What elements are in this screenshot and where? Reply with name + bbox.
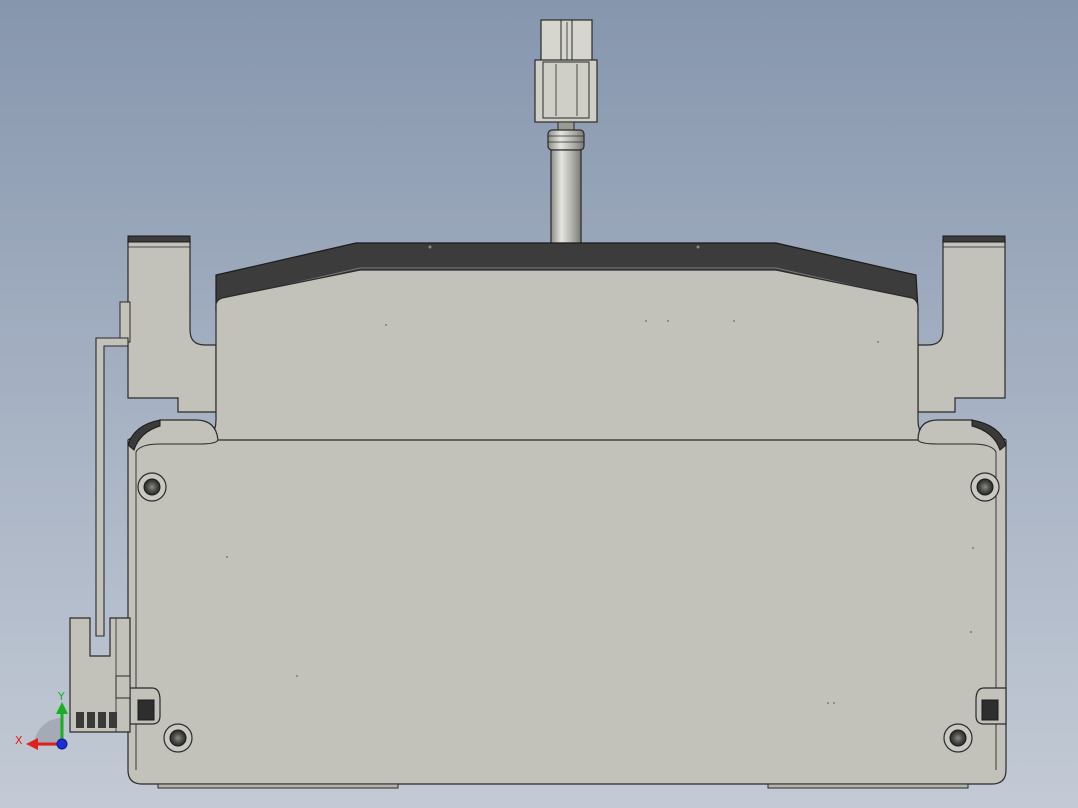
motor-shaft xyxy=(547,129,585,247)
right-bracket xyxy=(917,235,1006,413)
screw-bottom-right xyxy=(943,723,973,753)
assembly-drawing[interactable]: Y X xyxy=(0,0,1078,808)
y-axis-label: Y xyxy=(57,690,65,703)
screw-top-right xyxy=(970,472,1000,502)
left-bracket xyxy=(127,235,217,413)
axis-triad: Y X xyxy=(15,690,68,750)
side-sensor-bracket xyxy=(69,301,131,733)
right-clip xyxy=(975,687,1007,725)
cad-viewport[interactable]: Y X xyxy=(0,0,1078,808)
cable-connector[interactable] xyxy=(534,19,598,131)
upper-housing xyxy=(159,269,971,461)
connector-latch xyxy=(540,19,593,65)
connector-housing xyxy=(534,59,598,123)
x-axis-label: X xyxy=(15,734,23,747)
main-housing xyxy=(127,419,1007,789)
screw-bottom-left xyxy=(163,723,193,753)
left-clip xyxy=(129,687,161,725)
screw-top-left xyxy=(137,472,167,502)
